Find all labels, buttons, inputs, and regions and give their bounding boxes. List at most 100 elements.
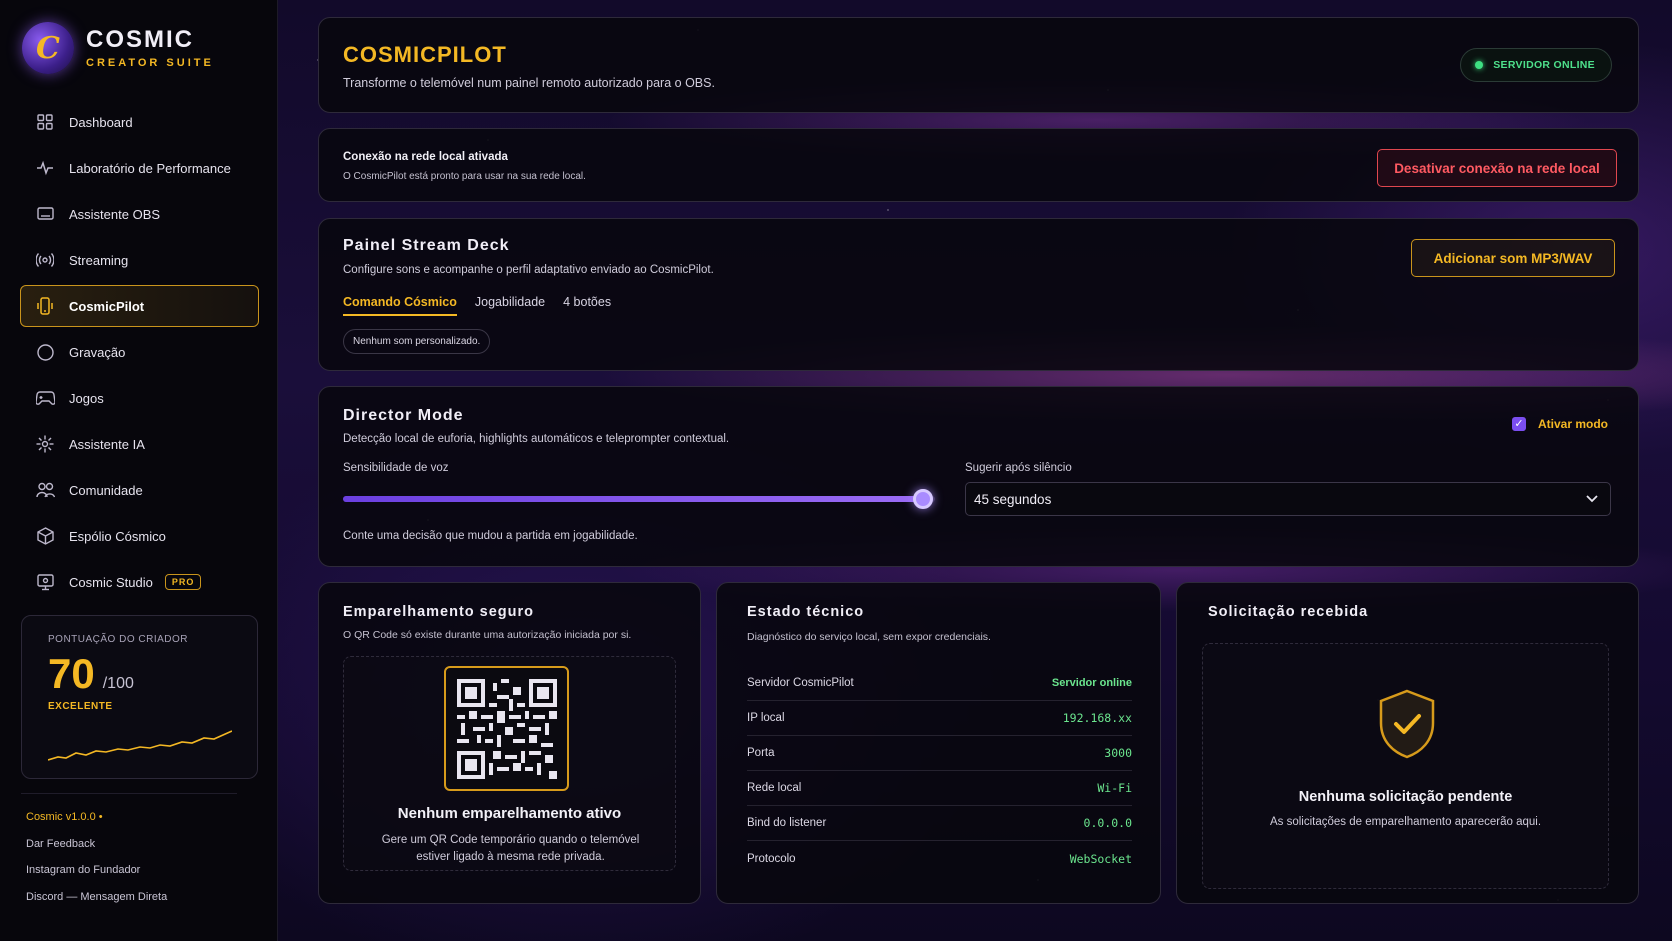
sidebar-item-games[interactable]: Jogos — [20, 377, 259, 419]
checkbox-checked-icon[interactable]: ✓ — [1511, 417, 1526, 431]
silence-duration-select[interactable]: 45 segundos — [965, 482, 1611, 516]
request-title: Solicitação recebida — [1208, 604, 1369, 620]
sidebar-divider — [21, 793, 237, 794]
table-row: Rede local Wi-Fi — [747, 771, 1132, 806]
broadcast-icon — [35, 250, 55, 270]
stream-deck-title: Painel Stream Deck — [343, 237, 510, 254]
table-row: IP local 192.168.xx — [747, 701, 1132, 736]
sparkle-icon — [35, 434, 55, 454]
record-icon — [35, 342, 55, 362]
chevron-down-icon — [1586, 495, 1598, 503]
tech-value: WebSocket — [1069, 851, 1132, 866]
brand[interactable]: C COSMIC CREATOR SUITE — [22, 22, 214, 74]
creator-score-label: PONTUAÇÃO DO CRIADOR — [48, 634, 189, 645]
no-custom-sound-chip: Nenhum som personalizado. — [343, 329, 491, 354]
page-subtitle: Transforme o telemóvel num painel remoto… — [343, 76, 715, 90]
cosmic-logo-icon: C — [22, 22, 74, 74]
technical-state-panel: Estado técnico Diagnóstico do serviço lo… — [716, 582, 1161, 904]
sidebar-item-obs-assistant[interactable]: Assistente OBS — [20, 193, 259, 235]
tech-key: Porta — [747, 747, 775, 759]
disable-local-network-button[interactable]: Desativar conexão na rede local — [1377, 149, 1617, 187]
sidebar-item-label: Gravação — [69, 344, 126, 360]
sidebar-item-label: Comunidade — [69, 482, 143, 498]
qr-placeholder-box: Nenhum emparelhamento ativo Gere um QR C… — [343, 656, 676, 871]
sidebar-item-label: Streaming — [69, 252, 129, 268]
server-status-text: SERVIDOR ONLINE — [1493, 59, 1595, 71]
tech-subtitle: Diagnóstico do serviço local, sem expor … — [747, 631, 991, 643]
discord-link[interactable]: Discord — Mensagem Direta — [26, 890, 167, 917]
cube-icon — [35, 526, 55, 546]
sidebar-item-cosmic-loot[interactable]: Espólio Cósmico — [20, 515, 259, 557]
sidebar-item-cosmic-studio[interactable]: Cosmic Studio PRO — [20, 561, 259, 603]
network-title: Conexão na rede local ativada — [343, 151, 508, 163]
teleprompter-prompt: Conte uma decisão que mudou a partida em… — [343, 530, 638, 542]
tech-key: Rede local — [747, 782, 802, 794]
tab-gameplay[interactable]: Jogabilidade — [475, 295, 545, 316]
feedback-link[interactable]: Dar Feedback — [26, 837, 167, 864]
pulse-icon — [35, 158, 55, 178]
phone-icon — [35, 296, 55, 316]
tab-4-buttons[interactable]: 4 botões — [563, 295, 611, 316]
tech-table: Servidor CosmicPilot Servidor online IP … — [747, 666, 1132, 876]
network-panel: Conexão na rede local ativada O CosmicPi… — [318, 128, 1639, 202]
shield-check-icon — [1379, 689, 1435, 759]
sidebar-item-ai-assistant[interactable]: Assistente IA — [20, 423, 259, 465]
creator-score-grade: EXCELENTE — [48, 701, 113, 712]
sidebar-item-streaming[interactable]: Streaming — [20, 239, 259, 281]
tech-key: IP local — [747, 712, 785, 724]
tech-value: 192.168.xx — [1062, 711, 1132, 725]
monitor-icon — [35, 204, 55, 224]
sidebar-item-performance-lab[interactable]: Laboratório de Performance — [20, 147, 259, 189]
table-row: Servidor CosmicPilot Servidor online — [747, 666, 1132, 701]
creator-score-value: 70 — [48, 650, 95, 697]
no-pairing-text: Gere um QR Code temporário quando o tele… — [381, 834, 640, 863]
founder-instagram-link[interactable]: Instagram do Fundador — [26, 863, 167, 890]
sidebar-nav: Dashboard Laboratório de Performance Ass… — [20, 101, 259, 607]
sidebar-item-recording[interactable]: Gravação — [20, 331, 259, 373]
voice-sensitivity-slider[interactable] — [343, 489, 935, 509]
slider-handle[interactable] — [913, 489, 934, 509]
voice-sensitivity-label: Sensibilidade de voz — [343, 462, 449, 474]
sidebar-item-label: Assistente OBS — [69, 206, 161, 222]
gamepad-icon — [35, 388, 55, 408]
status-dot-icon — [1475, 61, 1484, 69]
sidebar-item-label: CosmicPilot — [69, 298, 145, 314]
sidebar-item-cosmicpilot[interactable]: CosmicPilot — [20, 285, 259, 327]
tech-value: Servidor online — [1051, 677, 1132, 689]
add-sound-button[interactable]: Adicionar som MP3/WAV — [1411, 239, 1615, 277]
tech-key: Protocolo — [747, 852, 796, 865]
tech-value: Wi-Fi — [1097, 781, 1132, 795]
pro-badge: PRO — [164, 574, 202, 590]
sidebar-item-label: Espólio Cósmico — [69, 528, 166, 544]
server-status-badge: SERVIDOR ONLINE — [1460, 48, 1612, 82]
brand-subtitle: CREATOR SUITE — [86, 56, 214, 69]
network-subtitle: O CosmicPilot está pronto para usar na s… — [343, 171, 586, 182]
sidebar: C COSMIC CREATOR SUITE Dashboard Laborat… — [0, 0, 278, 941]
table-row: Protocolo WebSocket — [747, 841, 1132, 876]
tab-cosmic-command[interactable]: Comando Cósmico — [343, 295, 457, 316]
stream-deck-tabs: Comando Cósmico Jogabilidade 4 botões — [343, 295, 629, 316]
request-received-panel: Solicitação recebida Nenhuma solicitação… — [1176, 582, 1639, 904]
silence-duration-value: 45 segundos — [974, 491, 1052, 507]
sidebar-item-dashboard[interactable]: Dashboard — [20, 101, 259, 143]
director-mode-panel: Director Mode Detecção local de euforia,… — [318, 386, 1639, 567]
sidebar-item-label: Laboratório de Performance — [69, 160, 231, 176]
enable-mode-toggle[interactable]: ✓ Ativar modo — [1511, 417, 1608, 431]
director-mode-title: Director Mode — [343, 407, 464, 424]
sidebar-item-community[interactable]: Comunidade — [20, 469, 259, 511]
creator-score-max: /100 — [102, 675, 134, 692]
tech-value: 0.0.0.0 — [1083, 816, 1132, 830]
brand-title: COSMIC — [86, 25, 194, 53]
sidebar-item-label: Jogos — [69, 390, 104, 406]
stream-deck-panel: Painel Stream Deck Configure sons e acom… — [318, 218, 1639, 371]
no-pairing-title: Nenhum emparelhamento ativo — [397, 805, 622, 822]
grid-icon — [35, 112, 55, 132]
pairing-title: Emparelhamento seguro — [343, 604, 535, 620]
page-title: COSMICPILOT — [343, 42, 507, 67]
sidebar-item-label: Dashboard — [69, 114, 133, 130]
stream-deck-subtitle: Configure sons e acompanhe o perfil adap… — [343, 264, 714, 276]
users-icon — [35, 480, 55, 500]
qr-code-icon — [444, 666, 569, 791]
tech-title: Estado técnico — [747, 604, 865, 620]
tech-value: 3000 — [1104, 746, 1132, 760]
